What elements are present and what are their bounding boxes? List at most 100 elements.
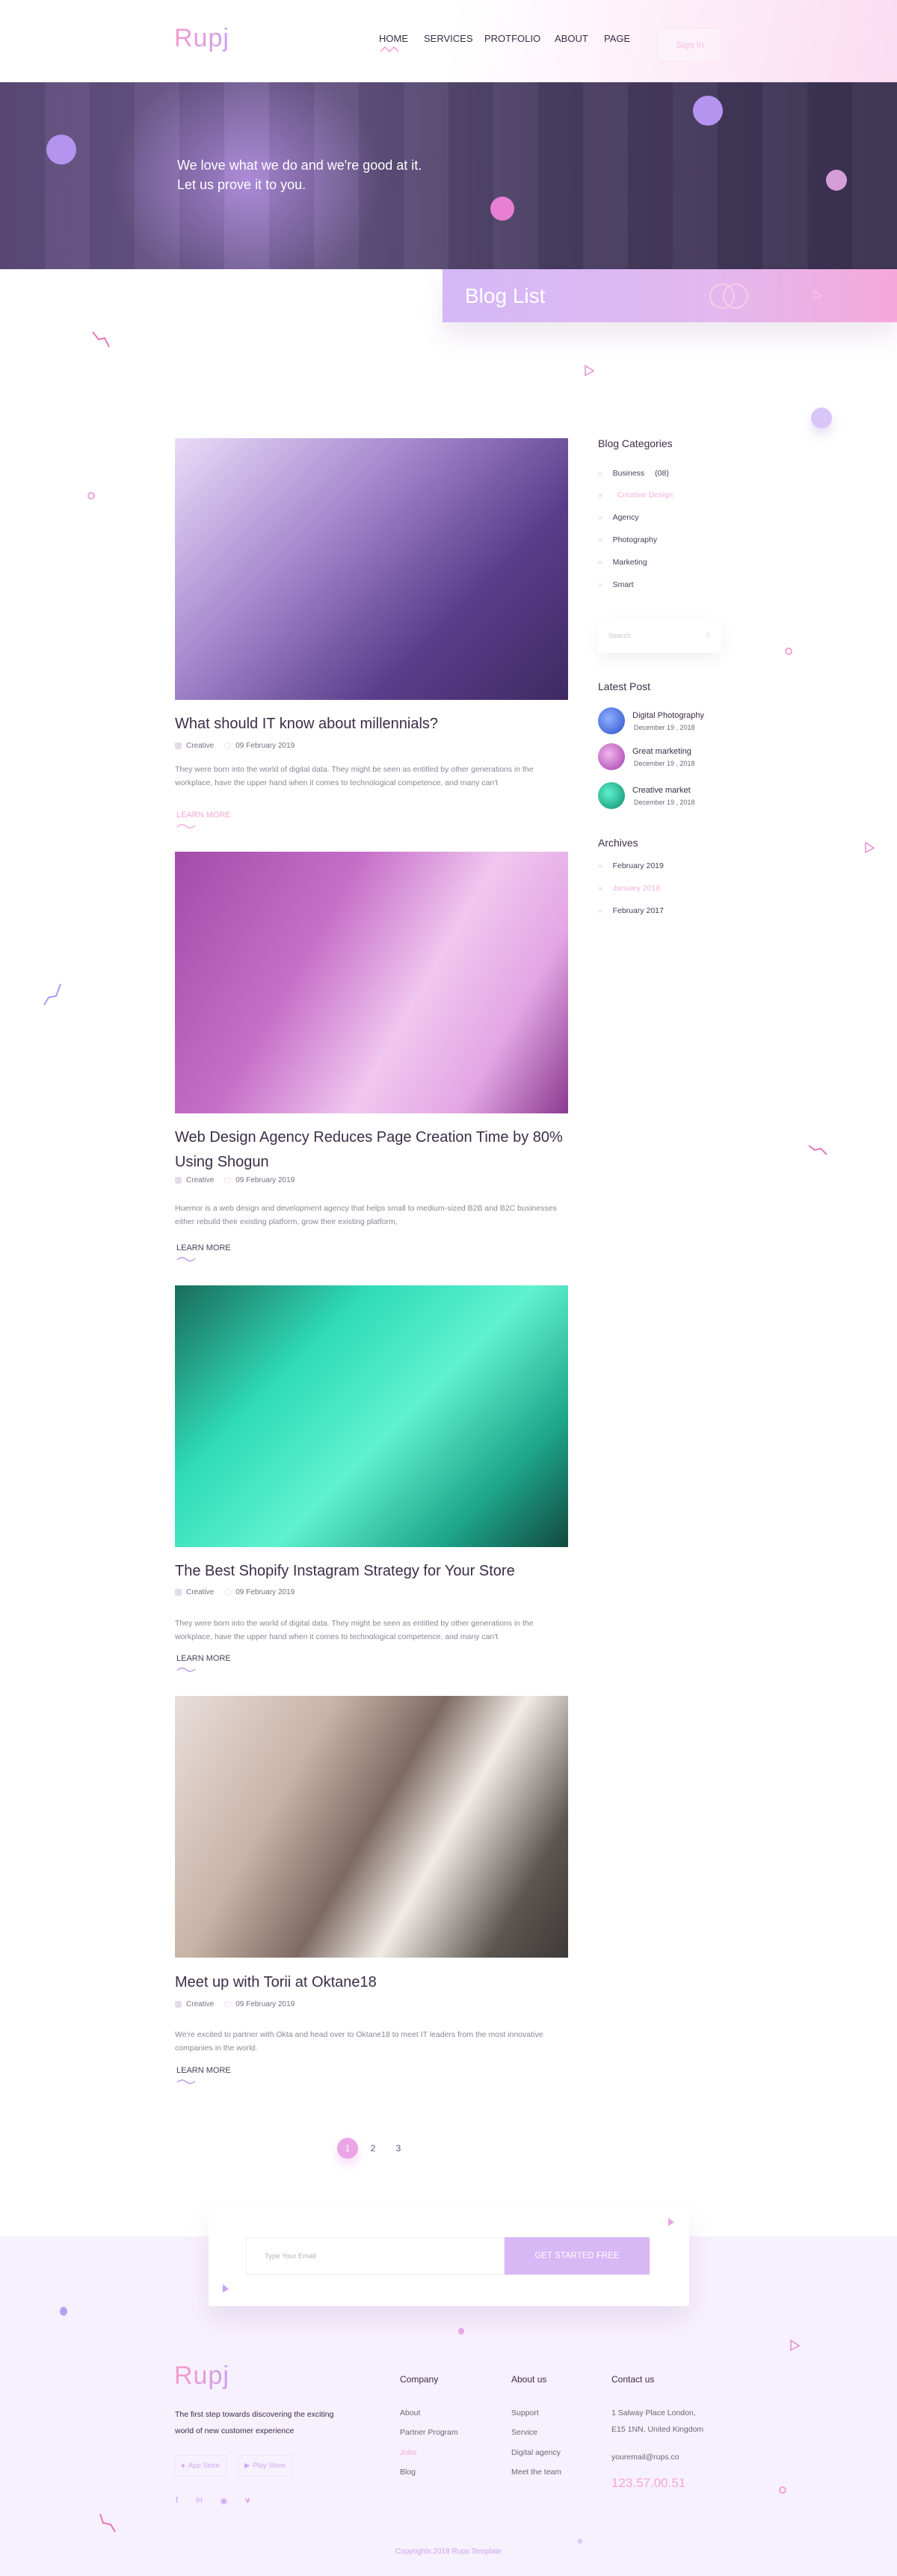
post-title[interactable]: Meet up with Torii at Oktane18 (175, 1970, 564, 1995)
dribbble-icon[interactable]: ◉ (221, 2496, 228, 2506)
post-meta: Creative 09 February 2019 (175, 1176, 295, 1184)
footer-link-digital-agency[interactable]: Digital agency (511, 2448, 561, 2457)
footer-link-support[interactable]: Support (511, 2409, 539, 2417)
decor-circle (60, 2307, 67, 2316)
decor-circle (490, 197, 514, 221)
page-2-button[interactable]: 2 (363, 2138, 383, 2159)
latest-post-item[interactable]: Digital Photography December 19 , 2018 (598, 707, 704, 734)
hero-line-2: Let us prove it to you. (177, 177, 306, 192)
wave-icon (176, 824, 196, 829)
post-image[interactable] (175, 438, 568, 700)
chevron-right-icon: » (598, 906, 602, 915)
apple-icon: ● (181, 2462, 185, 2470)
page-3-button[interactable]: 3 (388, 2138, 409, 2159)
chevron-right-icon: » (598, 491, 602, 499)
app-store-button[interactable]: ● App Store (174, 2455, 226, 2477)
chevron-right-icon: » (598, 861, 602, 870)
decor-ring (779, 2486, 786, 2494)
post-title[interactable]: What should IT know about millennials? (175, 712, 564, 737)
facebook-icon[interactable]: f (176, 2496, 178, 2506)
footer-tagline: The first step towards discovering the e… (175, 2410, 334, 2435)
linkedin-icon[interactable]: in (196, 2496, 203, 2506)
post-category[interactable]: Creative (186, 1588, 214, 1596)
footer-link-about[interactable]: About (400, 2409, 420, 2417)
search-input[interactable]: Search ⚲ (598, 619, 721, 653)
learn-more-link[interactable]: LEARN MORE (176, 2066, 231, 2075)
tag-icon (175, 1589, 182, 1596)
category-item[interactable]: » Creative Design (598, 491, 673, 499)
post-image[interactable] (175, 852, 568, 1113)
post-image[interactable] (175, 1696, 568, 1958)
post-date: 09 February 2019 (235, 1588, 295, 1596)
rings-icon (709, 283, 748, 309)
decor-circle (46, 135, 76, 165)
tag-icon (175, 2001, 182, 2008)
post-title[interactable]: The Best Shopify Instagram Strategy for … (175, 1559, 564, 1584)
archive-item[interactable]: » January 2018 (598, 884, 660, 893)
nav-about[interactable]: ABOUT (555, 33, 588, 44)
triangle-icon (668, 2218, 674, 2226)
nav-services[interactable]: SERVICES (424, 33, 473, 44)
category-item[interactable]: » Photography (598, 535, 657, 544)
get-started-button[interactable]: GET STARTED FREE (505, 2237, 650, 2275)
page-1-button[interactable]: 1 (337, 2138, 358, 2159)
archive-item[interactable]: » February 2017 (598, 906, 664, 915)
category-item[interactable]: » Business (08) (598, 469, 669, 478)
archive-item[interactable]: » February 2019 (598, 861, 664, 870)
contact-email[interactable]: youremail@rups.co (611, 2453, 679, 2462)
nav-portfolio[interactable]: PROTFOLIO (484, 33, 540, 44)
nav-home[interactable]: HOME (379, 33, 408, 44)
post-category[interactable]: Creative (186, 742, 214, 750)
category-item[interactable]: » Marketing (598, 558, 647, 567)
category-item[interactable]: » Smart (598, 580, 634, 589)
clock-icon (224, 1589, 232, 1596)
clock-icon (224, 2001, 232, 2008)
learn-more-link[interactable]: LEARN MORE (176, 1244, 231, 1252)
post-date: 09 February 2019 (235, 742, 295, 750)
post-meta: Creative 09 February 2019 (175, 742, 295, 750)
footer-link-blog[interactable]: Blog (400, 2468, 416, 2477)
post-date: 09 February 2019 (235, 1176, 295, 1184)
contact-phone[interactable]: 123.57.00.51 (611, 2476, 685, 2491)
post-image[interactable] (175, 1285, 568, 1547)
triangle-icon (865, 841, 875, 854)
post-date: 09 February 2019 (235, 2000, 295, 2008)
post-excerpt: Huemor is a web design and development a… (175, 1204, 557, 1226)
latest-post-item[interactable]: Creative market December 19 , 2018 (598, 782, 695, 809)
post-excerpt: They were born into the world of digital… (175, 1619, 534, 1641)
page-title-banner: Blog List (443, 269, 897, 322)
decor-circle (811, 408, 832, 428)
learn-more-link[interactable]: LEARN MORE (176, 1654, 231, 1663)
page-title: Blog List (465, 284, 546, 307)
chevron-right-icon: » (598, 558, 602, 567)
post-category[interactable]: Creative (186, 2000, 214, 2008)
play-store-button[interactable]: ▶ Play Store (238, 2455, 293, 2477)
chevron-right-icon: » (598, 513, 602, 522)
chevron-right-icon: » (598, 469, 602, 478)
footer-link-jobs[interactable]: Jobs (400, 2448, 416, 2457)
footer-link-service[interactable]: Service (511, 2428, 537, 2437)
post-title[interactable]: Web Design Agency Reduces Page Creation … (175, 1125, 564, 1175)
footer-logo[interactable]: Rupj (174, 2361, 229, 2391)
nav-page[interactable]: PAGE (604, 33, 630, 44)
footer-link-team[interactable]: Meet the team (511, 2468, 561, 2477)
logo[interactable]: Rupj (174, 24, 229, 53)
triangle-icon (813, 290, 823, 301)
chevron-right-icon: » (598, 884, 602, 893)
vimeo-icon[interactable]: v (245, 2496, 250, 2506)
decor-circle (458, 2328, 464, 2334)
footer-link-partner[interactable]: Partner Program (400, 2428, 458, 2437)
search-icon[interactable]: ⚲ (706, 632, 711, 640)
sign-in-button[interactable]: Sign In (658, 28, 722, 61)
squiggle-icon (92, 331, 110, 348)
latest-post-item[interactable]: Great marketing December 19 , 2018 (598, 743, 695, 770)
clock-icon (224, 1177, 232, 1184)
post-category[interactable]: Creative (186, 1176, 214, 1184)
email-input[interactable]: Type Your Email (246, 2237, 505, 2275)
latest-heading: Latest Post (598, 680, 651, 692)
learn-more-link[interactable]: LEARN MORE (176, 811, 231, 820)
category-item[interactable]: » Agency (598, 513, 639, 522)
decor-ring (785, 648, 792, 655)
address-line-2: E15 1NN, United Kingdom (611, 2425, 704, 2434)
address-line-1: 1 Salway Place London, (611, 2409, 696, 2417)
